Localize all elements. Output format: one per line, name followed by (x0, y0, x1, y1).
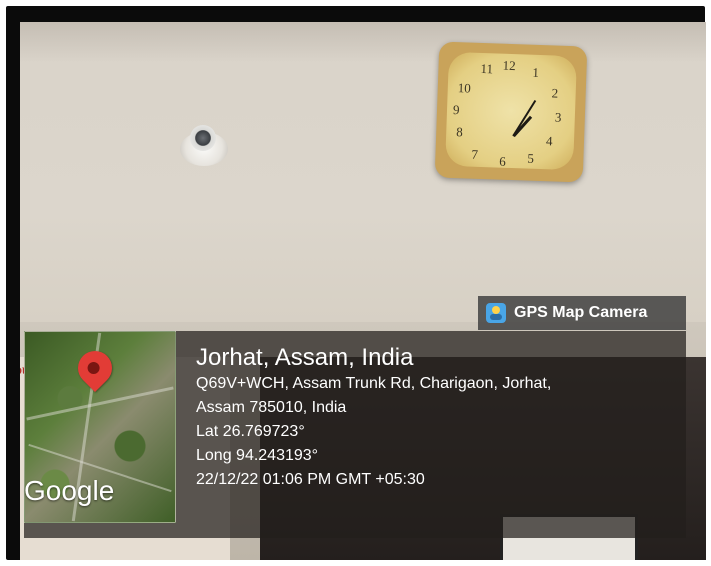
gps-map-camera-app-icon (486, 303, 506, 323)
cctv-camera-icon (190, 125, 216, 151)
google-attribution: Google (24, 475, 115, 506)
wall-shadow (20, 22, 706, 62)
badge-label: GPS Map Camera (514, 304, 648, 321)
clock-minute-hand (512, 99, 537, 137)
wall-clock: 12 1 2 3 4 5 6 7 8 9 10 11 (434, 41, 588, 183)
clock-numeral: 10 (457, 80, 472, 96)
clock-numeral: 8 (456, 124, 464, 140)
address-line-2: Assam 785010, India (196, 399, 347, 416)
location-details: Jorhat, Assam, India Q69V+WCH, Assam Tru… (196, 344, 551, 492)
clock-numeral: 11 (480, 60, 494, 77)
latitude: Lat 26.769723° (196, 423, 305, 440)
clock-face: 12 1 2 3 4 5 6 7 8 9 10 11 (445, 51, 577, 171)
gps-map-camera-badge: GPS Map Camera (478, 296, 686, 330)
clock-numeral: 1 (532, 64, 540, 80)
map-road (26, 386, 174, 421)
pin-center (85, 359, 103, 377)
location-title: Jorhat, Assam, India (196, 344, 414, 371)
clock-numeral: 3 (554, 109, 562, 125)
timestamp: 22/12/22 01:06 PM GMT +05:30 (196, 471, 425, 488)
clock-numeral: 2 (551, 85, 559, 101)
clock-numeral: 5 (527, 150, 535, 166)
longitude: Long 94.243193° (196, 447, 319, 464)
clock-numeral: 12 (502, 57, 516, 74)
address-line-1: Q69V+WCH, Assam Trunk Rd, Charigaon, Jor… (196, 375, 552, 392)
clock-numeral: 7 (471, 146, 479, 162)
clock-numeral: 4 (545, 133, 553, 149)
clock-numeral: 9 (452, 101, 460, 118)
clock-numeral: 6 (499, 153, 507, 169)
